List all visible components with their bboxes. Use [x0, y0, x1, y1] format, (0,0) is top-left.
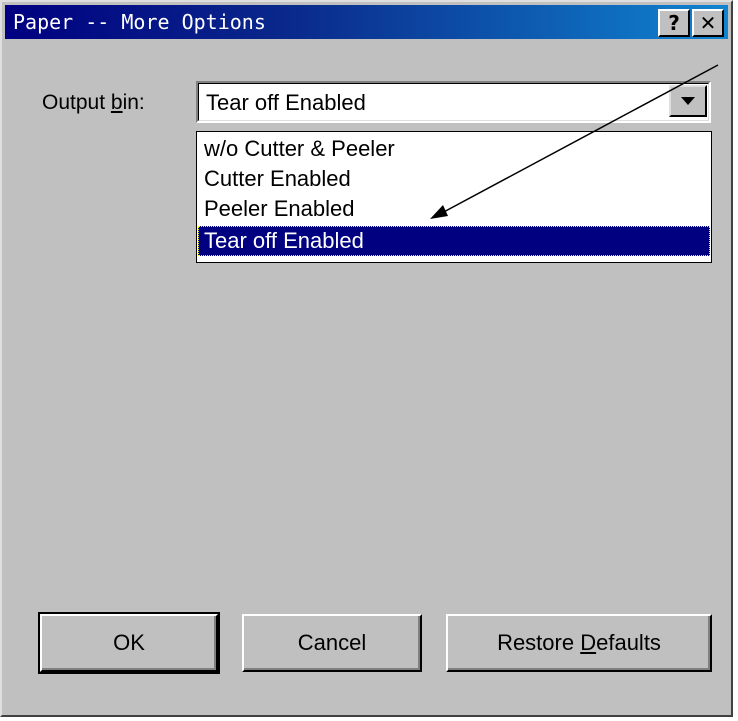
close-button[interactable]: ✕ — [692, 9, 724, 37]
restore-label-mnemonic: D — [580, 630, 597, 655]
ok-button-label: OK — [113, 630, 145, 655]
list-item-cutter-enabled[interactable]: Cutter Enabled — [198, 164, 710, 194]
output-bin-label-pre: Output — [42, 91, 111, 114]
ok-button[interactable]: OK — [38, 612, 220, 674]
output-bin-dropdown-list[interactable]: w/o Cutter & Peeler Cutter Enabled Peele… — [196, 131, 712, 263]
list-item-peeler-enabled[interactable]: Peeler Enabled — [198, 194, 710, 224]
list-item-wo-cutter-peeler[interactable]: w/o Cutter & Peeler — [198, 134, 710, 164]
close-icon: ✕ — [699, 11, 717, 35]
dialog-window: Paper -- More Options ? ✕ Output bin: Te… — [0, 0, 733, 717]
restore-label-post: efaults — [596, 630, 661, 655]
cancel-button-label: Cancel — [297, 630, 367, 655]
cancel-button[interactable]: Cancel — [242, 614, 422, 672]
help-icon: ? — [668, 11, 680, 35]
dropdown-arrow-button[interactable] — [669, 85, 707, 117]
list-item-tear-off-enabled[interactable]: Tear off Enabled — [198, 226, 710, 256]
output-bin-label-mnemonic: b — [110, 91, 123, 114]
help-button[interactable]: ? — [658, 9, 690, 37]
window-title: Paper -- More Options — [13, 10, 266, 34]
restore-defaults-button[interactable]: Restore Defaults — [446, 614, 712, 672]
output-bin-combobox[interactable]: Tear off Enabled — [196, 81, 711, 123]
restore-defaults-label: Restore Defaults — [497, 630, 661, 656]
restore-label-pre: Restore — [497, 630, 581, 655]
output-bin-label-post: in: — [122, 91, 145, 114]
output-bin-label: Output bin: — [42, 91, 145, 115]
title-bar[interactable]: Paper -- More Options ? ✕ — [5, 5, 728, 39]
combobox-selected-value: Tear off Enabled — [206, 90, 366, 115]
